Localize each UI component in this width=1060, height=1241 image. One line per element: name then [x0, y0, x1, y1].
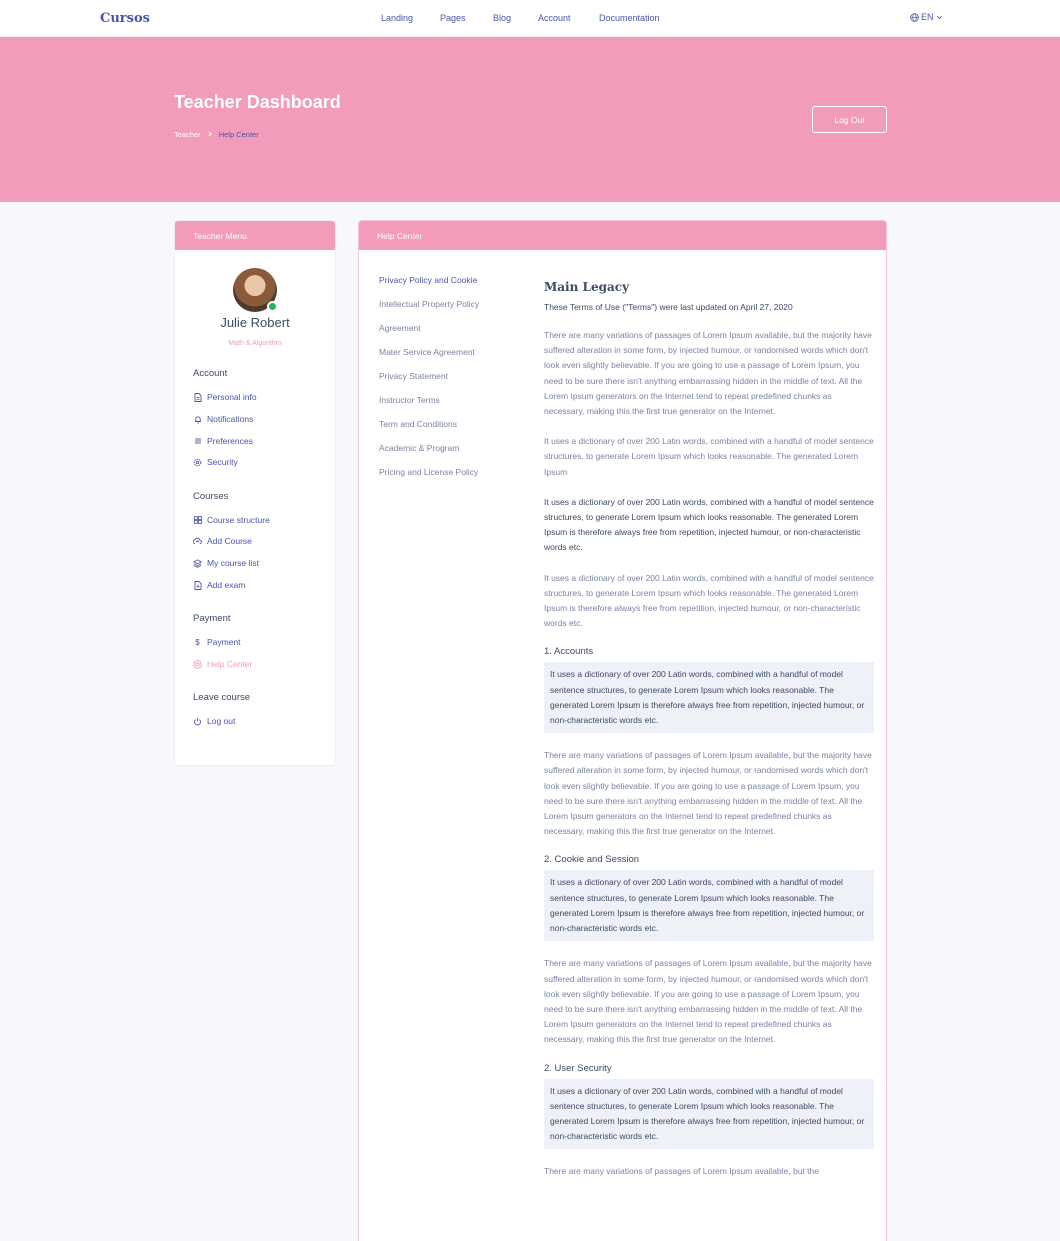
breadcrumb-teacher[interactable]: Teacher [174, 130, 201, 139]
hero-banner: Teacher Dashboard Teacher Help Center Lo… [0, 37, 1060, 202]
chevron-down-icon [936, 14, 943, 21]
power-icon [193, 717, 202, 726]
section-heading: 2. Cookie and Session [544, 854, 640, 866]
subnav-item-term-conditions[interactable]: Term and Conditions [379, 419, 457, 429]
sidebar-item-preferences[interactable]: Preferences [193, 436, 253, 446]
nav-link-blog[interactable]: Blog [493, 13, 511, 23]
highlight-box: It uses a dictionary of over 200 Latin w… [544, 1078, 874, 1150]
page-title: Teacher Dashboard [174, 92, 341, 112]
main-panel-header: Help Center [359, 221, 886, 250]
sidebar-item-notifications[interactable]: Notifications [193, 414, 253, 424]
top-navbar: Cursos Landing Pages Blog Account Docume… [0, 0, 1060, 37]
paragraph: There are many variations of passages of… [544, 958, 872, 1045]
subnav-item-pricing-license[interactable]: Pricing and License Policy [379, 467, 478, 477]
menu-section-account: Account [193, 368, 228, 379]
gear-icon [193, 458, 202, 467]
user-name: Julie Robert [220, 315, 290, 330]
menu-section-payment: Payment [193, 613, 231, 624]
dollar-icon: $ [195, 637, 200, 647]
sidebar-item-label: Course structure [207, 515, 270, 525]
sidebar-item-label: Preferences [207, 436, 253, 446]
highlight-box: It uses a dictionary of over 200 Latin w… [544, 662, 874, 734]
subnav-item-agreement[interactable]: Agreement [379, 323, 421, 333]
subnav-item-privacy-statement[interactable]: Privacy Statement [379, 371, 448, 381]
sidebar-item-label: Add exam [207, 580, 246, 590]
help-center-panel: Help Center Privacy Policy and Cookie In… [358, 220, 887, 1241]
section-heading: 1. Accounts [544, 646, 594, 658]
bell-icon [193, 415, 202, 424]
sidebar-item-label: Help Center [207, 659, 253, 669]
last-updated-text: These Terms of Use ("Terms") were last u… [544, 302, 793, 312]
sidebar-item-label: Personal info [207, 392, 257, 402]
nav-link-account[interactable]: Account [538, 13, 571, 23]
paragraph: There are many variations of passages of… [544, 1166, 819, 1177]
menu-section-leave-course: Leave course [193, 692, 251, 703]
paragraph: It uses a dictionary of over 200 Latin w… [544, 572, 874, 629]
globe-icon [910, 12, 919, 22]
subnav-item-instructor-terms[interactable]: Instructor Terms [379, 395, 440, 405]
brand-logo[interactable]: Cursos [100, 11, 150, 26]
sidebar-item-label: My course list [207, 558, 259, 568]
language-selector[interactable]: EN [910, 12, 943, 22]
grid-icon [193, 516, 202, 525]
teacher-menu-sidebar: Teacher Menu Julie Robert Math & Algorit… [174, 220, 336, 766]
highlight-box: It uses a dictionary of over 200 Latin w… [544, 870, 874, 942]
chevron-right-icon [207, 130, 213, 139]
nav-link-pages[interactable]: Pages [440, 13, 466, 23]
sidebar-item-help-center[interactable]: Help Center [193, 659, 252, 669]
sidebar-item-label: Security [207, 457, 238, 467]
sidebar-item-log-out[interactable]: Log out [193, 716, 235, 726]
sidebar-item-label: Log out [207, 716, 236, 726]
paragraph: There are many variations of passages of… [544, 750, 872, 837]
sidebar-item-add-course[interactable]: Add Course [193, 536, 252, 546]
list-icon [193, 437, 202, 446]
sidebar-item-label: Notifications [207, 414, 254, 424]
menu-section-courses: Courses [193, 491, 229, 502]
sidebar-item-label: Payment [207, 637, 241, 647]
file-plus-icon [193, 580, 202, 590]
help-icon [193, 659, 202, 669]
sidebar-item-label: Add Course [207, 536, 252, 546]
subnav-item-academic-program[interactable]: Academic & Program [379, 443, 459, 453]
user-role: Math & Algorithm [228, 340, 282, 347]
paragraph: It uses a dictionary of over 200 Latin w… [544, 436, 874, 477]
section-heading: 2. User Security [544, 1062, 612, 1074]
sidebar-item-security[interactable]: Security [193, 457, 238, 467]
layers-icon [193, 558, 202, 568]
sidebar-item-my-course-list[interactable]: My course list [193, 558, 259, 568]
logout-button[interactable]: Log Out [812, 106, 887, 133]
nav-link-documentation[interactable]: Documentation [599, 13, 660, 23]
subnav-item-intellectual-property[interactable]: Intellectual Property Policy [379, 299, 479, 309]
paragraph: There are many variations of passages of… [544, 330, 872, 417]
sidebar-item-course-structure[interactable]: Course structure [193, 515, 270, 525]
language-label: EN [921, 12, 934, 22]
subnav-item-privacy-policy[interactable]: Privacy Policy and Cookie [379, 275, 477, 285]
nav-link-landing[interactable]: Landing [381, 13, 413, 23]
sidebar-item-personal-info[interactable]: Personal info [193, 392, 257, 402]
content-title: Main Legacy [544, 280, 630, 294]
file-icon [193, 392, 202, 402]
sidebar-item-add-exam[interactable]: Add exam [193, 580, 245, 590]
cloud-upload-icon [193, 537, 202, 546]
online-status-dot [267, 301, 278, 312]
subnav-item-mater-service[interactable]: Mater Service Agreement [379, 347, 475, 357]
sidebar-header: Teacher Menu [175, 221, 335, 250]
legal-content: Main Legacy These Terms of Use ("Terms")… [544, 280, 874, 1180]
breadcrumb: Teacher Help Center [174, 130, 259, 139]
sidebar-item-payment[interactable]: $ Payment [193, 637, 241, 647]
breadcrumb-help-center: Help Center [218, 130, 259, 139]
paragraph: It uses a dictionary of over 200 Latin w… [544, 496, 874, 553]
